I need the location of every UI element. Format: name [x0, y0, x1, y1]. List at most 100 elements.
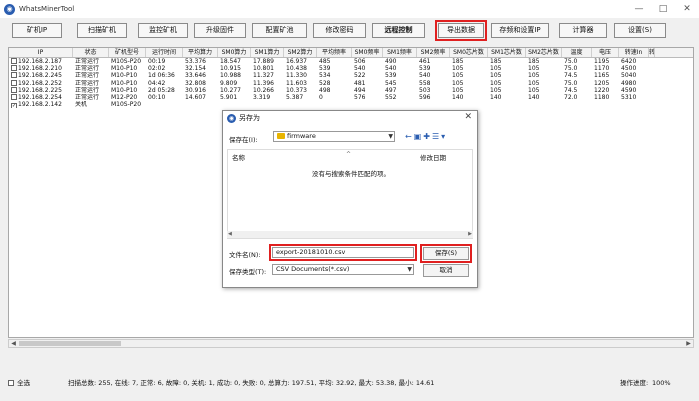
- table-row[interactable]: ✓ 192.168.2.142 关机 M10S-P20: [9, 101, 693, 109]
- row-ip-cell: 192.168.2.225: [9, 86, 73, 94]
- column-header[interactable]: SM2频率: [417, 48, 450, 57]
- scan-miners-button[interactable]: 扫描矿机: [77, 23, 127, 38]
- table-cell: [488, 101, 526, 108]
- table-cell: 540: [419, 72, 431, 80]
- scrollbar-thumb[interactable]: [19, 341, 121, 346]
- table-cell: 481: [354, 79, 366, 87]
- up-folder-icon[interactable]: ▣: [414, 132, 424, 141]
- row-checkbox[interactable]: [11, 79, 17, 86]
- table-cell: 关机: [75, 101, 88, 109]
- scroll-left-icon[interactable]: ◀: [228, 231, 232, 238]
- table-cell: 10.915: [220, 65, 241, 73]
- row-checkbox[interactable]: [11, 86, 17, 93]
- calculator-button[interactable]: 计算器: [559, 23, 607, 38]
- table-cell: 32.808: [185, 79, 206, 87]
- table-cell: 140: [528, 93, 540, 101]
- column-header[interactable]: 矿机型号: [109, 48, 146, 57]
- column-header[interactable]: IP: [9, 48, 73, 57]
- row-checkbox[interactable]: ✓: [11, 103, 17, 109]
- monitor-button[interactable]: 监控矿机: [138, 23, 188, 38]
- empty-message: 没有与搜索条件匹配的项。: [312, 170, 390, 178]
- table-cell: 105: [452, 72, 464, 80]
- column-header[interactable]: SM1芯片数: [488, 48, 526, 57]
- scroll-right-icon[interactable]: ▶: [468, 231, 472, 238]
- file-list[interactable]: 名称 ^ 修改日期 没有与搜索条件匹配的项。: [227, 149, 473, 239]
- settings-button[interactable]: 设置(S): [614, 23, 666, 38]
- row-ip-cell: ✓ 192.168.2.142: [9, 101, 73, 109]
- scan-ip-button[interactable]: 矿机IP: [12, 23, 62, 38]
- column-header[interactable]: 转: [649, 48, 655, 57]
- column-header[interactable]: 温度: [562, 48, 592, 57]
- column-header[interactable]: 转速In: [619, 48, 649, 57]
- table-cell: 539: [319, 65, 331, 73]
- back-icon[interactable]: ←: [405, 132, 414, 141]
- minimize-icon[interactable]: —: [627, 0, 651, 18]
- new-folder-icon[interactable]: ✚: [423, 132, 432, 141]
- scroll-right-icon[interactable]: ▶: [684, 340, 693, 347]
- col-name-header[interactable]: 名称: [232, 152, 245, 162]
- table-cell: 5040: [621, 72, 637, 80]
- filename-input[interactable]: export-20181010.csv: [269, 244, 417, 261]
- close-window-icon[interactable]: ✕: [675, 0, 699, 18]
- column-header[interactable]: 运行时间: [146, 48, 183, 57]
- maximize-icon[interactable]: □: [651, 0, 675, 18]
- table-cell: 10.373: [286, 86, 307, 94]
- remote-control-button[interactable]: 远程控制: [372, 23, 425, 38]
- row-ip-text: 192.168.2.245: [18, 72, 62, 80]
- table-row[interactable]: 192.168.2.252 正常运行 M10-P10 04:42 32.808 9.809…: [9, 79, 693, 87]
- table-row[interactable]: 192.168.2.187 正常运行 M10S-P20 00:19 53.376 18.5…: [9, 58, 693, 65]
- table-cell: 461: [419, 58, 431, 65]
- filetype-dropdown[interactable]: CSV Documents(*.csv) ▼: [272, 264, 414, 275]
- column-header[interactable]: SM0频率: [352, 48, 383, 57]
- table-cell: M10S-P20: [111, 58, 142, 65]
- view-menu-icon[interactable]: ☰▾: [432, 132, 447, 141]
- table-cell: 105: [490, 86, 502, 94]
- row-checkbox[interactable]: [11, 58, 17, 64]
- table-horizontal-scrollbar[interactable]: ◀ ▶: [8, 339, 694, 348]
- column-header[interactable]: 平均频率: [317, 48, 352, 57]
- select-all-checkbox[interactable]: 全选: [8, 376, 30, 390]
- column-header[interactable]: 电压: [592, 48, 619, 57]
- table-row[interactable]: 192.168.2.210 正常运行 M10-P10 02:02 32.154 10.91…: [9, 65, 693, 72]
- save-as-dialog: ◉ 另存为 ✕ 保存在(I): firmware ▼ ←▣✚☰▾ 名称 ^ 修改…: [222, 110, 478, 288]
- table-cell: 02:02: [148, 65, 166, 73]
- cancel-button[interactable]: 取消: [423, 264, 469, 277]
- set-ip-button[interactable]: 存频和设置IP: [491, 23, 549, 38]
- table-row[interactable]: 192.168.2.245 正常运行 M10-P10 1d 06:36 33.646 10…: [9, 72, 693, 79]
- save-button[interactable]: 保存(S): [420, 244, 472, 263]
- config-pools-button[interactable]: 配置矿池: [252, 23, 307, 38]
- table-cell: 540: [354, 65, 366, 73]
- progress-value: 100%: [652, 379, 671, 387]
- dialog-title-bar: ◉ 另存为 ✕: [223, 111, 477, 125]
- row-checkbox[interactable]: [11, 65, 17, 72]
- table-cell: 1165: [594, 72, 610, 80]
- save-in-dropdown[interactable]: firmware ▼: [273, 131, 395, 142]
- column-header[interactable]: SM1算力: [251, 48, 284, 57]
- row-checkbox[interactable]: [11, 72, 17, 79]
- table-row[interactable]: 192.168.2.225 正常运行 M10-P10 2d 05:28 30.916 10…: [9, 86, 693, 94]
- table-cell: 04:42: [148, 79, 166, 87]
- column-header[interactable]: SM0芯片数: [450, 48, 488, 57]
- dialog-horizontal-scrollbar[interactable]: ◀ ▶: [227, 231, 473, 238]
- table-cell: 14.607: [185, 93, 206, 101]
- column-header[interactable]: SM2芯片数: [526, 48, 562, 57]
- table-cell: 75.0: [564, 65, 578, 73]
- dialog-close-icon[interactable]: ✕: [464, 112, 472, 122]
- table-cell: 10.266: [253, 86, 274, 94]
- column-header[interactable]: SM2算力: [284, 48, 317, 57]
- column-header[interactable]: 平均算力: [183, 48, 218, 57]
- column-header[interactable]: SM0算力: [218, 48, 251, 57]
- column-header[interactable]: SM1频率: [383, 48, 417, 57]
- table-cell: [562, 101, 592, 108]
- table-row[interactable]: 192.168.2.254 正常运行 M12-P20 00:10 14.607 5.901…: [9, 93, 693, 101]
- column-header[interactable]: 状态: [73, 48, 109, 57]
- col-modified-header[interactable]: 修改日期: [420, 152, 446, 162]
- export-data-button[interactable]: 导出数据: [435, 20, 487, 41]
- table-cell: 497: [385, 86, 397, 94]
- scroll-left-icon[interactable]: ◀: [9, 340, 18, 347]
- row-ip-cell: 192.168.2.252: [9, 79, 73, 87]
- row-checkbox[interactable]: [11, 93, 17, 100]
- upgrade-firmware-button[interactable]: 升级固件: [194, 23, 246, 38]
- table-cell: 5.387: [286, 93, 304, 101]
- change-password-button[interactable]: 修改密码: [313, 23, 366, 38]
